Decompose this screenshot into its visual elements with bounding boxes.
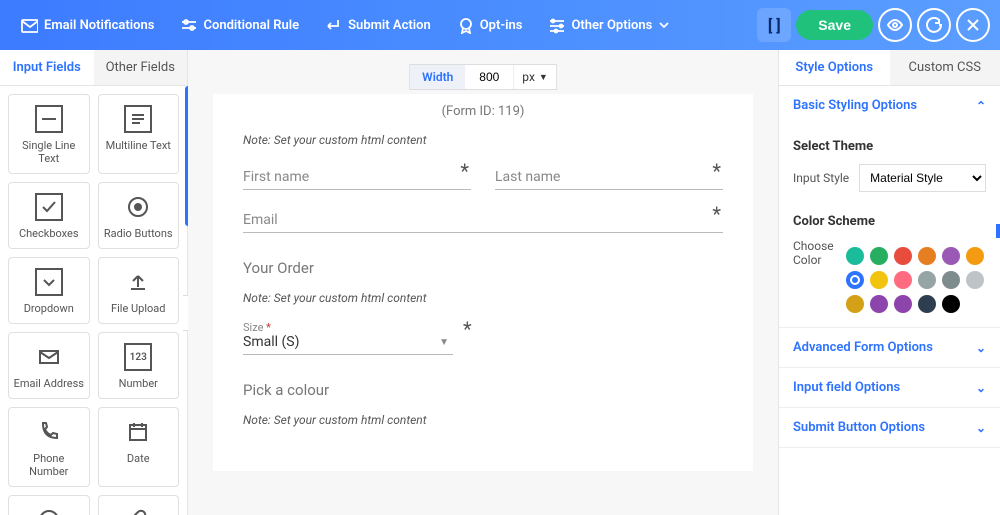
- chevron-down-icon: [658, 19, 670, 31]
- width-label: Width: [410, 65, 465, 89]
- field-grid: Single Line Text Multiline Text Checkbox…: [0, 86, 187, 515]
- close-icon: [965, 17, 981, 33]
- pick-colour-heading: Pick a colour: [243, 381, 723, 399]
- right-panel: Style Options Custom CSS Basic Styling O…: [778, 50, 1000, 515]
- width-control: Width px▼: [409, 64, 557, 90]
- field-date[interactable]: Date: [98, 407, 180, 487]
- brackets-button[interactable]: [ ]: [757, 8, 791, 42]
- sliders-icon: [179, 16, 197, 34]
- field-multiline-text[interactable]: Multiline Text: [98, 94, 180, 174]
- refresh-button[interactable]: [917, 8, 951, 42]
- color-scheme-heading: Color Scheme: [793, 214, 986, 229]
- accordion-input-field[interactable]: Input field Options⌄: [779, 368, 1000, 407]
- color-swatch[interactable]: [894, 295, 912, 313]
- note-text-3: Note: Set your custom html content: [243, 413, 723, 427]
- color-swatch[interactable]: [966, 271, 984, 289]
- choose-color-label: Choose Color: [793, 239, 836, 267]
- conditional-rule-label: Conditional Rule: [203, 18, 299, 33]
- optins-menu[interactable]: Opt-ins: [446, 10, 533, 40]
- form-canvas[interactable]: (Form ID: 119) Note: Set your custom htm…: [213, 94, 753, 471]
- your-order-heading: Your Order: [243, 259, 723, 277]
- color-swatch[interactable]: [894, 247, 912, 265]
- field-single-line-text[interactable]: Single Line Text: [8, 94, 90, 174]
- select-theme-heading: Select Theme: [793, 139, 986, 154]
- preview-button[interactable]: [878, 8, 912, 42]
- color-swatch[interactable]: [918, 271, 936, 289]
- note-text-2: Note: Set your custom html content: [243, 291, 723, 305]
- settings-sliders-icon: [547, 16, 565, 34]
- field-email-address[interactable]: Email Address: [8, 332, 90, 399]
- close-button[interactable]: [956, 8, 990, 42]
- field-number[interactable]: 123Number: [98, 332, 180, 399]
- field-website-url[interactable]: Website/URL: [98, 495, 180, 515]
- conditional-rule-menu[interactable]: Conditional Rule: [169, 10, 309, 40]
- email-notifications-label: Email Notifications: [44, 18, 154, 33]
- field-checkboxes[interactable]: Checkboxes: [8, 182, 90, 249]
- color-swatch[interactable]: [870, 247, 888, 265]
- right-edge-indicator: [996, 224, 1000, 238]
- save-button[interactable]: Save: [796, 10, 873, 40]
- color-swatch[interactable]: [942, 295, 960, 313]
- note-text: Note: Set your custom html content: [243, 133, 723, 147]
- field-time[interactable]: Time: [8, 495, 90, 515]
- size-select[interactable]: Size * Small (S) ▼: [243, 319, 453, 355]
- color-swatch[interactable]: [846, 271, 864, 289]
- return-icon: [324, 16, 342, 34]
- eye-icon: [887, 17, 903, 33]
- chevron-down-icon: ⌄: [976, 381, 986, 395]
- field-dropdown[interactable]: Dropdown: [8, 257, 90, 324]
- color-swatch[interactable]: [894, 271, 912, 289]
- tab-style-options[interactable]: Style Options: [779, 50, 890, 85]
- color-swatches: [846, 247, 986, 313]
- mail-icon: [20, 16, 38, 34]
- color-swatch[interactable]: [846, 295, 864, 313]
- tab-custom-css[interactable]: Custom CSS: [890, 50, 1000, 85]
- color-swatch[interactable]: [918, 295, 936, 313]
- top-toolbar: Email Notifications Conditional Rule Sub…: [0, 0, 1000, 50]
- submit-action-menu[interactable]: Submit Action: [314, 10, 441, 40]
- last-name-field[interactable]: Last name*: [495, 165, 723, 190]
- width-input[interactable]: [465, 65, 513, 89]
- refresh-icon: [926, 17, 942, 33]
- chevron-up-icon: ⌃: [976, 99, 986, 113]
- color-swatch[interactable]: [918, 247, 936, 265]
- email-field[interactable]: Email*: [243, 208, 723, 233]
- email-notifications-menu[interactable]: Email Notifications: [10, 10, 164, 40]
- color-swatch[interactable]: [846, 247, 864, 265]
- color-swatch[interactable]: [870, 271, 888, 289]
- field-radio-buttons[interactable]: Radio Buttons: [98, 182, 180, 249]
- submit-action-label: Submit Action: [348, 18, 431, 33]
- field-phone-number[interactable]: Phone Number: [8, 407, 90, 487]
- color-swatch[interactable]: [942, 247, 960, 265]
- field-file-upload[interactable]: File Upload: [98, 257, 180, 324]
- other-options-menu[interactable]: Other Options: [537, 10, 680, 40]
- input-style-label: Input Style: [793, 171, 849, 185]
- color-swatch[interactable]: [870, 295, 888, 313]
- chevron-down-icon: ▼: [439, 337, 449, 348]
- input-style-select[interactable]: Material Style: [859, 164, 986, 192]
- form-id-label: (Form ID: 119): [243, 104, 723, 119]
- chevron-down-icon: ⌄: [976, 421, 986, 435]
- optins-label: Opt-ins: [480, 18, 523, 33]
- other-options-label: Other Options: [571, 18, 652, 33]
- tab-input-fields[interactable]: Input Fields: [0, 50, 94, 85]
- chevron-down-icon: ⌄: [976, 341, 986, 355]
- first-name-field[interactable]: First name*: [243, 165, 471, 190]
- accordion-basic-styling[interactable]: Basic Styling Options ⌃: [779, 86, 1000, 125]
- color-swatch[interactable]: [942, 271, 960, 289]
- tab-other-fields[interactable]: Other Fields: [94, 50, 188, 85]
- badge-icon: [456, 16, 474, 34]
- canvas-area: Width px▼ (Form ID: 119) Note: Set your …: [188, 50, 778, 515]
- width-unit-select[interactable]: px▼: [513, 65, 556, 89]
- left-panel: Input Fields Other Fields Single Line Te…: [0, 50, 188, 515]
- accordion-submit-button[interactable]: Submit Button Options⌄: [779, 408, 1000, 447]
- accordion-advanced-form[interactable]: Advanced Form Options⌄: [779, 328, 1000, 367]
- color-swatch[interactable]: [966, 247, 984, 265]
